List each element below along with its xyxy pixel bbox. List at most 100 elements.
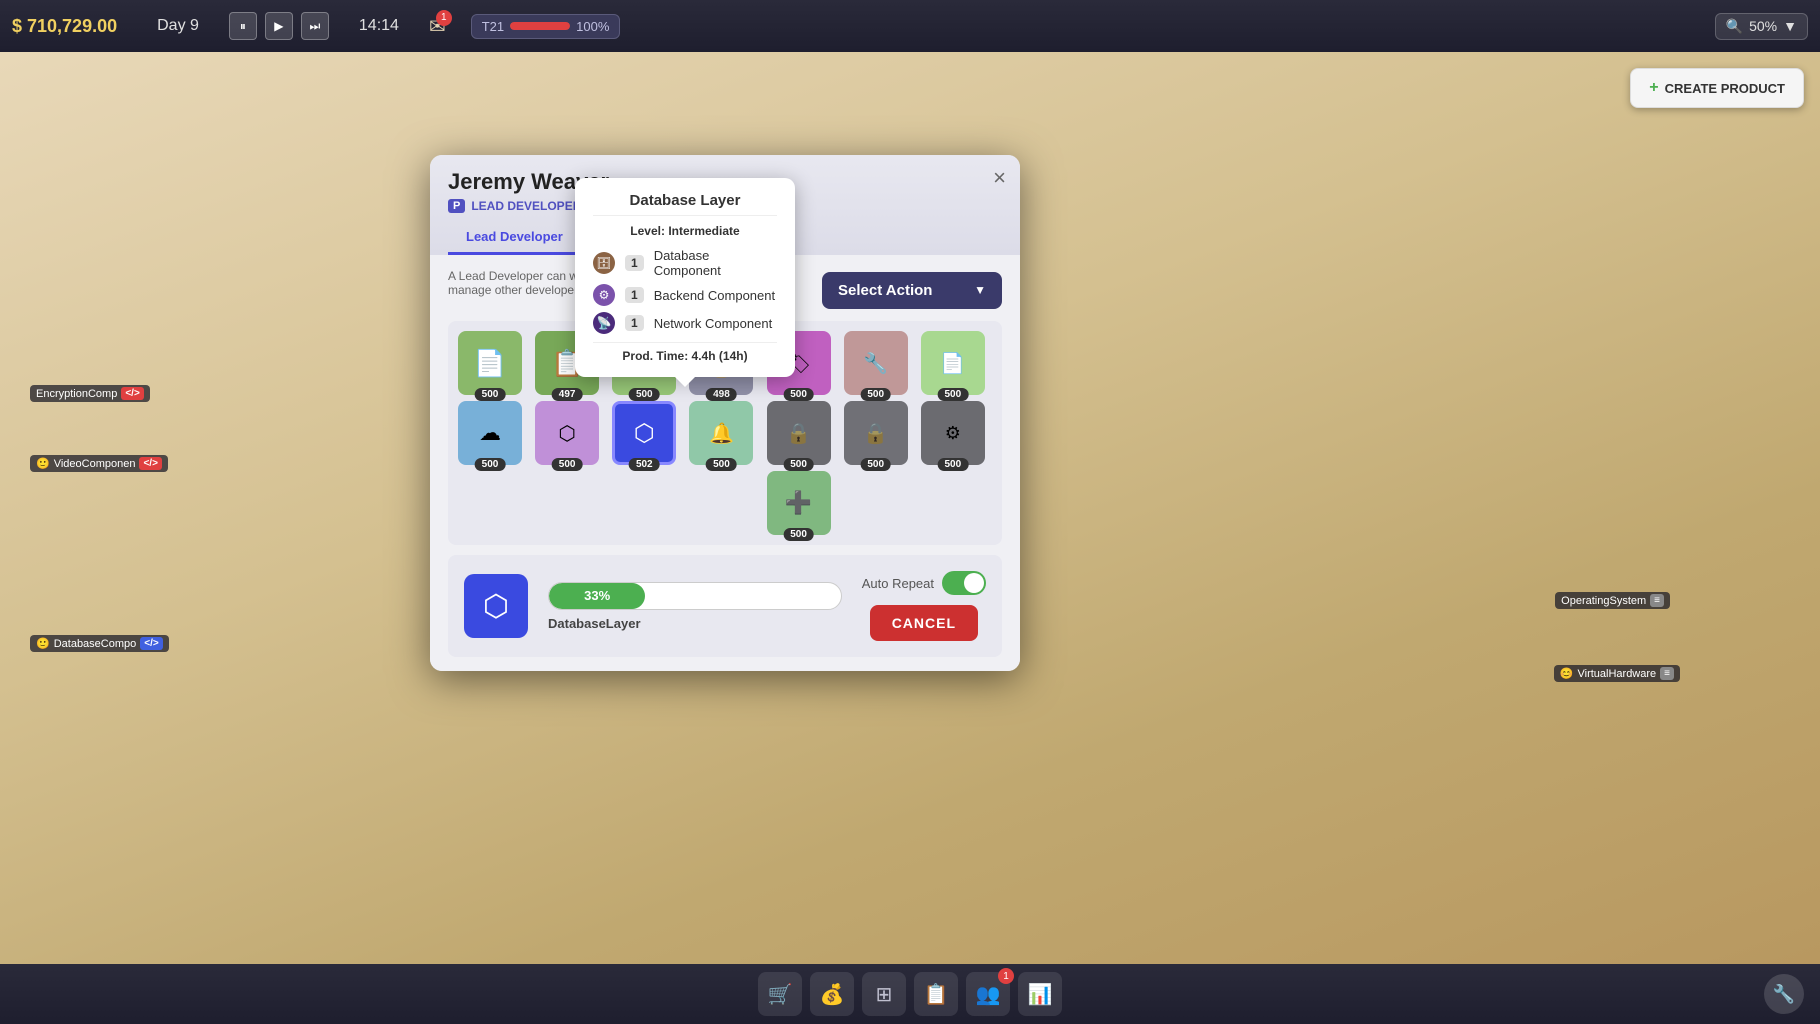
tutorial-progress bbox=[510, 22, 570, 30]
task-info: 33% DatabaseLayer bbox=[548, 582, 842, 631]
wrench-icon: 🔧 bbox=[1773, 984, 1795, 1005]
comp-1[interactable]: 📄 500 bbox=[458, 331, 522, 395]
prod-label: Prod. Time: bbox=[622, 349, 691, 363]
table-icon: 📊 bbox=[1028, 982, 1053, 1007]
db-item-3-name: Network Component bbox=[654, 316, 773, 331]
db-item-1-count: 1 bbox=[625, 255, 644, 271]
comp-13[interactable]: 🔒 500 bbox=[767, 401, 831, 465]
db-item-3-count: 1 bbox=[625, 315, 644, 331]
current-task-icon: ⬡ bbox=[464, 574, 528, 638]
comp-3-badge: 500 bbox=[629, 388, 660, 401]
comp-16[interactable]: ➕ 500 bbox=[767, 471, 831, 535]
select-action-label: Select Action bbox=[838, 282, 932, 299]
comp-5-badge: 500 bbox=[783, 388, 814, 401]
comp-6-badge: 500 bbox=[860, 388, 891, 401]
progress-section: ⬡ 33% DatabaseLayer Auto Repeat CANCEL bbox=[448, 555, 1002, 657]
hud-time: 14:14 bbox=[359, 17, 399, 35]
comp-12[interactable]: 🔔 500 bbox=[689, 401, 753, 465]
modal-close-button[interactable]: × bbox=[993, 167, 1006, 189]
db-tooltip-title: Database Layer bbox=[593, 192, 777, 216]
create-product-label: CREATE PRODUCT bbox=[1665, 81, 1785, 96]
db-item-2: ⚙ 1 Backend Component bbox=[593, 284, 777, 306]
people-badge: 1 bbox=[998, 968, 1014, 984]
comp-11[interactable]: ⬡ 502 bbox=[612, 401, 676, 465]
db-item-2-dot: ⚙ bbox=[593, 284, 615, 306]
db-item-1: 🗄 1 Database Component bbox=[593, 248, 777, 278]
video-face: 🙂 bbox=[36, 457, 50, 470]
vh-tag: ≡ bbox=[1660, 667, 1674, 680]
comp-9[interactable]: ☁ 500 bbox=[458, 401, 522, 465]
os-label: OperatingSystem ≡ bbox=[1555, 592, 1670, 609]
video-tag: </> bbox=[139, 457, 161, 470]
vh-label: 😊 VirtualHardware ≡ bbox=[1554, 665, 1680, 682]
pause-button[interactable]: ⏸ bbox=[229, 12, 257, 40]
comp-14-badge: 500 bbox=[860, 458, 891, 471]
db-item-2-count: 1 bbox=[625, 287, 644, 303]
wrench-button[interactable]: 🔧 bbox=[1764, 974, 1804, 1014]
comp-10-badge: 500 bbox=[552, 458, 583, 471]
encryption-tag: </> bbox=[121, 387, 143, 400]
db-item-3: 📡 1 Network Component bbox=[593, 312, 777, 334]
select-action-arrow: ▼ bbox=[974, 283, 986, 297]
database-comp-label: 🙂 DatabaseCompo </> bbox=[30, 635, 169, 652]
zoom-icon: 🔍 bbox=[1726, 18, 1743, 35]
hud-bar: $ 710,729.00 Day 9 ⏸ ▶ ⏭ 14:14 ✉ 1 T21 1… bbox=[0, 0, 1820, 52]
hud-mail[interactable]: ✉ 1 bbox=[429, 14, 446, 39]
comp-14[interactable]: 🔒 500 bbox=[844, 401, 908, 465]
tutorial-pct: 100% bbox=[576, 19, 609, 34]
auto-repeat-row: Auto Repeat bbox=[862, 571, 986, 595]
db-layer-tooltip: Database Layer Level: Intermediate 🗄 1 D… bbox=[575, 178, 795, 377]
create-product-button[interactable]: + CREATE PRODUCT bbox=[1630, 68, 1804, 108]
hud-controls: ⏸ ▶ ⏭ bbox=[229, 12, 329, 40]
cancel-button[interactable]: CANCEL bbox=[870, 605, 978, 641]
os-tag: ≡ bbox=[1650, 594, 1664, 607]
task-controls: Auto Repeat CANCEL bbox=[862, 571, 986, 641]
tutorial-progress-fill bbox=[510, 22, 570, 30]
zoom-level: 50% bbox=[1749, 18, 1777, 34]
auto-repeat-toggle[interactable] bbox=[942, 571, 986, 595]
bottom-money-button[interactable]: 💰 bbox=[810, 972, 854, 1016]
comp-15-badge: 500 bbox=[938, 458, 969, 471]
video-comp-label: 🙂 VideoComponen </> bbox=[30, 455, 168, 472]
play-button[interactable]: ▶ bbox=[265, 12, 293, 40]
video-label-text: VideoComponen bbox=[54, 458, 136, 470]
money-icon: 💰 bbox=[820, 982, 845, 1007]
bottom-clipboard-button[interactable]: 📋 bbox=[914, 972, 958, 1016]
db-level-label: Level: bbox=[630, 224, 665, 238]
people-icon: 👥 bbox=[976, 982, 1001, 1007]
db-tooltip-arrow bbox=[675, 377, 695, 387]
subtitle-icon: P bbox=[448, 199, 465, 213]
db-item-1-dot: 🗄 bbox=[593, 252, 615, 274]
cart-icon: 🛒 bbox=[768, 982, 793, 1007]
comp-10[interactable]: ⬡ 500 bbox=[535, 401, 599, 465]
comp-15[interactable]: ⚙ 500 bbox=[921, 401, 985, 465]
db-level-value: Intermediate bbox=[668, 224, 739, 238]
fast-forward-button[interactable]: ⏭ bbox=[301, 12, 329, 40]
bottom-people-button[interactable]: 👥 1 bbox=[966, 972, 1010, 1016]
prod-time: 4.4h bbox=[692, 349, 716, 363]
vh-face: 😊 bbox=[1560, 667, 1574, 680]
db-label-text: DatabaseCompo bbox=[54, 638, 137, 650]
db-tooltip-level: Level: Intermediate bbox=[593, 224, 777, 238]
comp-8[interactable]: 📄 500 bbox=[921, 331, 985, 395]
vh-label-text: VirtualHardware bbox=[1577, 668, 1656, 680]
db-item-3-dot: 📡 bbox=[593, 312, 615, 334]
bottom-table-button[interactable]: 📊 bbox=[1018, 972, 1062, 1016]
plus-icon: + bbox=[1649, 79, 1658, 97]
hud-zoom[interactable]: 🔍 50% ▼ bbox=[1715, 13, 1808, 40]
comp-9-badge: 500 bbox=[475, 458, 506, 471]
hud-day: Day 9 bbox=[157, 17, 199, 35]
hud-money: $ 710,729.00 bbox=[12, 16, 117, 37]
bottom-grid-button[interactable]: ⊞ bbox=[862, 972, 906, 1016]
tutorial-label: T21 bbox=[482, 19, 504, 34]
task-icon-glyph: ⬡ bbox=[483, 589, 509, 624]
hud-tutorial[interactable]: T21 100% bbox=[471, 14, 621, 39]
progress-bar: 33% bbox=[548, 582, 842, 610]
progress-label: 33% bbox=[584, 588, 610, 603]
zoom-arrow: ▼ bbox=[1783, 18, 1797, 34]
bottom-cart-button[interactable]: 🛒 bbox=[758, 972, 802, 1016]
comp-6[interactable]: 🔧 500 bbox=[844, 331, 908, 395]
select-action-dropdown[interactable]: Select Action ▼ bbox=[822, 272, 1002, 309]
tab-lead-developer[interactable]: Lead Developer bbox=[448, 221, 581, 255]
db-tooltip-prod: Prod. Time: 4.4h (14h) bbox=[593, 342, 777, 363]
